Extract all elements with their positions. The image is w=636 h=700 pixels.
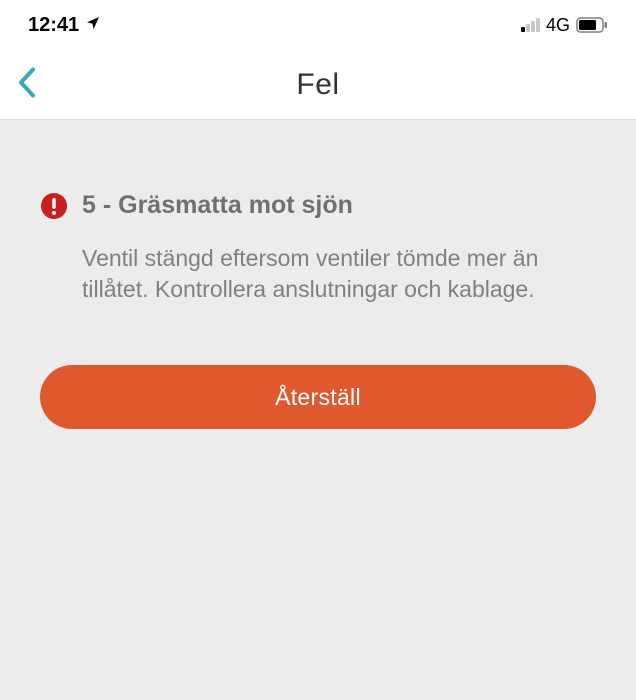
- reset-button[interactable]: Återställ: [40, 365, 596, 429]
- location-arrow-icon: [85, 14, 101, 37]
- status-bar-left: 12:41: [28, 14, 101, 37]
- status-time: 12:41: [28, 14, 79, 37]
- chevron-left-icon: [16, 65, 38, 104]
- error-body: Ventil stängd eftersom ventiler tömde me…: [40, 243, 596, 305]
- page-title: Fel: [0, 68, 636, 102]
- nav-bar: Fel: [0, 50, 636, 120]
- content-area: 5 - Gräsmatta mot sjön Ventil stängd eft…: [0, 120, 636, 700]
- back-button[interactable]: [16, 65, 38, 104]
- battery-icon: [576, 17, 608, 33]
- status-bar-right: 4G: [521, 15, 608, 36]
- error-heading: 5 - Gräsmatta mot sjön: [82, 190, 353, 220]
- network-label: 4G: [546, 15, 570, 36]
- error-item: 5 - Gräsmatta mot sjön: [40, 190, 596, 225]
- exclamation-circle-icon: [40, 192, 68, 225]
- cellular-signal-icon: [521, 18, 540, 32]
- status-bar: 12:41 4G: [0, 0, 636, 50]
